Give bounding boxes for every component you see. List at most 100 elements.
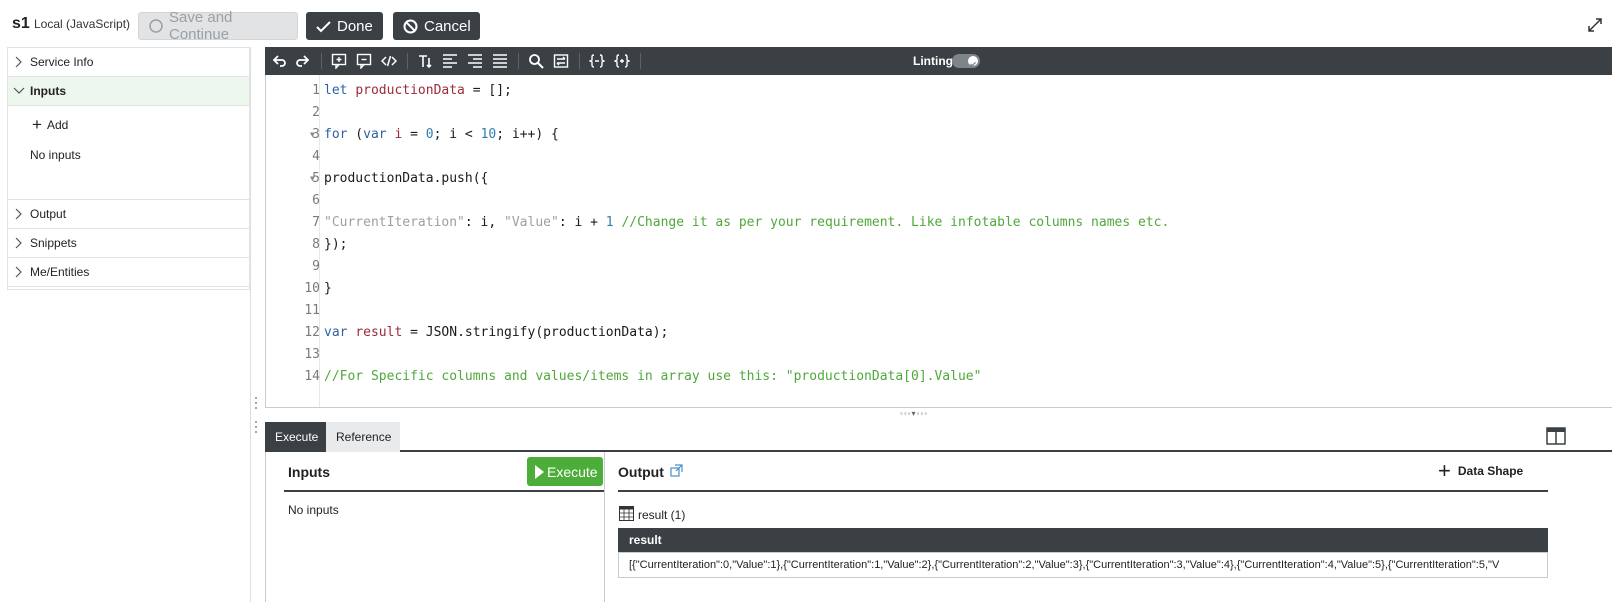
execute-panel: Inputs Execute No inputs Output + Data S… [265,452,1612,602]
divider [618,490,1548,492]
resize-handle-icon[interactable] [254,396,258,410]
add-input-button[interactable]: + Add [32,115,69,134]
line-number: 4 [312,149,320,164]
done-button[interactable]: Done [306,12,383,40]
chevron-right-icon [8,208,30,220]
divider [284,490,604,492]
line-number: 10 [304,281,320,296]
align-justify-icon[interactable] [492,53,508,69]
fold-arrow-icon[interactable]: ▼ [310,168,315,190]
sidebar-item-label: Service Info [30,55,94,69]
editor-splitter[interactable]: ◦◦◦▾◦◦◦ [900,409,928,418]
no-inputs-text: No inputs [288,503,339,517]
chevron-right-icon [8,56,30,68]
linting-toggle[interactable] [952,54,980,68]
remove-comment-icon[interactable] [356,53,372,70]
add-label: Add [46,118,69,132]
sidebar-item-service-info[interactable]: Service Info [8,48,249,77]
data-shape-button[interactable]: + Data Shape [1438,458,1524,483]
code-line: 5 ▼ productionData.push({ [266,168,1612,190]
inputs-panel: + Add No inputs [8,106,249,200]
align-right-icon[interactable] [467,53,483,69]
chevron-right-icon [8,237,30,249]
code-line: 10 } [266,278,1612,300]
table-row[interactable]: [{"CurrentIteration":0,"Value":1},{"Curr… [618,552,1548,578]
sidebar-item-label: Output [30,207,67,221]
service-type: Local (JavaScript) [34,17,131,31]
text-height-icon[interactable] [417,53,433,69]
save-and-continue-label: Save and Continue [169,9,233,43]
save-and-continue-button[interactable]: Save and Continue [138,9,298,43]
code-line: 11 [266,300,1612,322]
undo-icon[interactable] [271,53,287,69]
output-title: Output [618,464,683,480]
data-shape-label: Data Shape [1457,464,1524,478]
line-number: 9 [312,259,320,274]
sidebar-item-snippets[interactable]: Snippets [8,229,249,258]
done-label: Done [337,17,373,35]
fold-arrow-icon[interactable]: ▼ [310,124,315,146]
play-icon [535,464,544,479]
tab-reference[interactable]: Reference [326,422,400,452]
service-name: s1 [12,15,30,32]
redo-icon[interactable] [295,53,311,69]
code-line: 2 [266,102,1612,124]
sidebar-item-inputs[interactable]: Inputs [8,77,249,106]
linting-label: Linting [913,54,953,68]
toolbar-divider [518,53,519,69]
toggle-knob [968,56,978,67]
plus-icon: + [32,115,42,134]
code-line: 3 ▼ for (var i = 0; i < 10; i++) { [266,124,1612,146]
line-number: 2 [312,105,320,120]
line-number: 8 [312,237,320,252]
replace-icon[interactable] [553,53,569,69]
layout-toggle-icon[interactable] [1546,427,1566,445]
fold-icon[interactable] [588,53,606,69]
editor-toolbar: Linting [265,47,1612,75]
execute-button[interactable]: Execute [527,457,603,486]
add-comment-icon[interactable] [331,53,347,70]
toolbar-divider [321,53,322,69]
sidebar-item-output[interactable]: Output [8,200,249,229]
line-number: 11 [304,303,320,318]
sidebar: Service Info Inputs + Add No inputs Outp… [7,47,250,290]
sidebar-item-me-entities[interactable]: Me/Entities [8,258,249,287]
chevron-right-icon [8,266,30,278]
align-left-icon[interactable] [442,53,458,69]
circle-icon [149,19,163,33]
result-column-header[interactable]: result [618,528,1548,552]
code-editor[interactable]: 1 let productionData = []; 2 3 ▼ for (va… [265,75,1612,408]
code-line: 1 let productionData = []; [266,80,1612,102]
plus-icon: + [1438,458,1451,483]
line-number: 1 [312,83,320,98]
cancel-label: Cancel [424,17,471,35]
no-inputs-text: No inputs [30,148,81,162]
table-icon [619,506,634,524]
inputs-title: Inputs [288,464,330,480]
code-icon[interactable] [380,53,398,69]
toolbar-divider [579,53,580,69]
unfold-icon[interactable] [613,53,631,69]
resize-handle-icon[interactable] [254,420,258,434]
sidebar-divider[interactable] [250,47,251,602]
chevron-down-icon [8,87,30,95]
code-line: 13 [266,344,1612,366]
bottom-tabs: Execute Reference [265,422,1612,452]
search-icon[interactable] [528,53,544,69]
cancel-button[interactable]: Cancel [393,12,480,40]
code-line: 8 }); [266,234,1612,256]
line-number: 6 [312,193,320,208]
line-number: 14 [304,369,320,384]
result-label: result (1) [619,506,685,524]
code-line: 7 "CurrentIteration": i, "Value": i + 1 … [266,212,1612,234]
panel-divider [604,452,605,602]
sidebar-item-label: Snippets [30,236,77,250]
check-icon [316,20,331,33]
popout-icon[interactable] [670,464,683,480]
code-line: 9 [266,256,1612,278]
tab-execute[interactable]: Execute [265,422,326,452]
expand-icon[interactable] [1588,18,1602,32]
sidebar-item-label: Inputs [30,84,66,98]
line-number: 13 [304,347,320,362]
toolbar-divider [407,53,408,69]
